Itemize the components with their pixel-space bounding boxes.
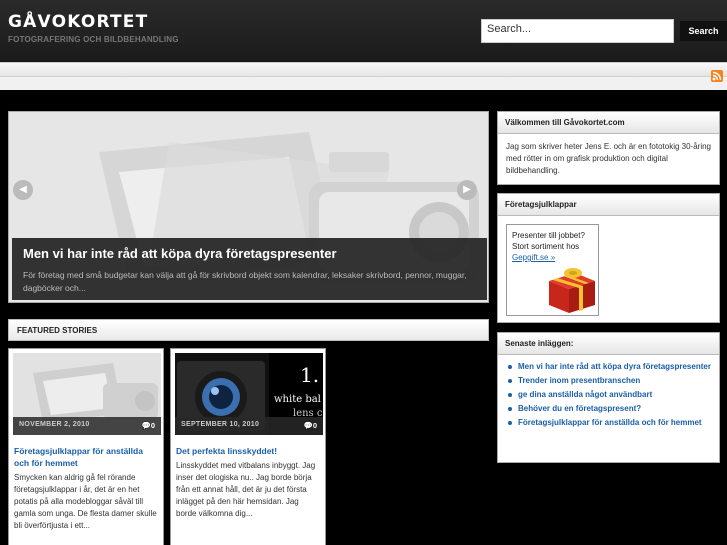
story-card: NOVEMBER 2, 2010 💬0 Företagsjulklappar f… <box>8 348 164 545</box>
comment-icon: 💬 <box>303 421 313 430</box>
story-title[interactable]: Företagsjulklappar för anställda och för… <box>14 445 159 469</box>
welcome-widget: Välkommen till Gåvokortet.com Jag som sk… <box>497 111 720 185</box>
recent-post-link[interactable]: Trender inom presentbranschen <box>506 375 711 386</box>
navigation-bar <box>0 62 727 90</box>
comment-count[interactable]: 💬0 <box>141 421 155 430</box>
image-number: 1. <box>300 363 320 387</box>
ad-text: Presenter till jobbet? Stort sortiment h… <box>512 231 585 262</box>
recent-post-link[interactable]: ge dina anställda något användbart <box>506 389 711 400</box>
widget-title: Senaste inläggen: <box>498 333 719 355</box>
recent-post-link[interactable]: Behöver du en företagspresent? <box>506 403 711 414</box>
comment-icon: 💬 <box>141 421 151 430</box>
ad-banner[interactable]: Presenter till jobbet? Stort sortiment h… <box>506 224 599 316</box>
recent-posts-list: Men vi har inte råd att köpa dyra företa… <box>498 355 719 428</box>
welcome-text: Jag som skriver heter Jens E. och är en … <box>506 142 711 175</box>
gift-icon <box>549 268 595 313</box>
story-date: SEPTEMBER 10, 2010 <box>181 421 260 428</box>
recent-post-link[interactable]: Företagsjulklappar för anställda och för… <box>506 417 711 428</box>
story-title[interactable]: Det perfekta linsskyddet! <box>176 445 321 457</box>
story-excerpt: Smycken kan aldrig gå fel rörande företa… <box>14 473 157 530</box>
featured-heading-text: FEATURED STORIES <box>17 326 98 335</box>
story-date: NOVEMBER 2, 2010 <box>19 421 90 428</box>
image-line-1: white bal <box>274 394 321 405</box>
site-header: GÅVOKORTET FOTOGRAFERING OCH BILDBEHANDL… <box>0 0 727 62</box>
site-logo[interactable]: GÅVOKORTET <box>8 12 148 32</box>
story-excerpt: Linsskyddet med vitbalans inbyggt. Jag i… <box>176 461 316 518</box>
story-meta: NOVEMBER 2, 2010 💬0 <box>13 417 161 435</box>
search-button[interactable]: Search <box>680 21 727 41</box>
story-meta: SEPTEMBER 10, 2010 💬0 <box>175 417 323 435</box>
rss-icon[interactable] <box>711 70 723 82</box>
recent-posts-widget: Senaste inläggen: Men vi har inte råd at… <box>497 332 720 463</box>
ad-link[interactable]: Gepgift.se » <box>512 253 555 262</box>
story-card: 1. white bal lens ca SEPTEMBER 10, 2010 … <box>170 348 326 545</box>
featured-slider[interactable]: ◀ ▶ Men vi har inte råd att köpa dyra fö… <box>8 111 489 303</box>
arrow-right-icon[interactable]: ▶ <box>457 180 477 200</box>
search-input[interactable]: Search... <box>481 19 674 43</box>
slider-title[interactable]: Men vi har inte råd att köpa dyra företa… <box>23 246 337 261</box>
site-tagline: FOTOGRAFERING OCH BILDBEHANDLING <box>8 35 179 44</box>
featured-stories-heading: FEATURED STORIES <box>8 319 489 341</box>
ad-widget: Företagsjulklappar Presenter till jobbet… <box>497 193 720 323</box>
slider-excerpt: För företag med små budgetar kan välja a… <box>23 270 467 293</box>
nav-stripe <box>0 63 727 77</box>
recent-post-link[interactable]: Men vi har inte råd att köpa dyra företa… <box>506 361 711 372</box>
slider-caption: Men vi har inte råd att köpa dyra företa… <box>12 238 487 300</box>
widget-title: Välkommen till Gåvokortet.com <box>498 112 719 134</box>
arrow-left-icon[interactable]: ◀ <box>13 180 33 200</box>
comment-count[interactable]: 💬0 <box>303 421 317 430</box>
widget-title: Företagsjulklappar <box>498 194 719 216</box>
